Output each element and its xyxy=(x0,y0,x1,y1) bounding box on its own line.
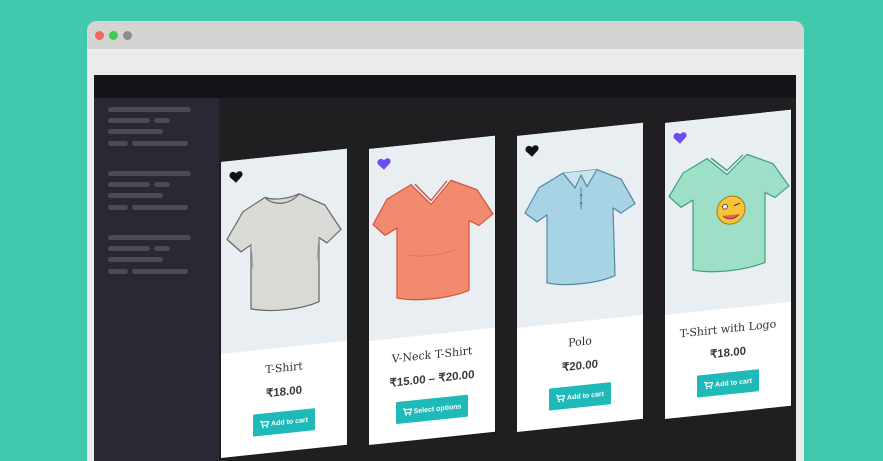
sidebar-placeholder-line[interactable] xyxy=(108,257,163,262)
sidebar-placeholder-line[interactable] xyxy=(108,235,191,240)
sidebar-placeholder-line[interactable] xyxy=(132,269,188,274)
cart-icon xyxy=(556,394,566,403)
sidebar-placeholder-line[interactable] xyxy=(108,141,128,146)
blue-polo-image xyxy=(524,168,636,286)
product-card[interactable]: T-Shirt with Logo ₹18.00 Add to cart xyxy=(665,109,791,419)
sidebar-placeholder-line[interactable] xyxy=(132,205,188,210)
button-label: Add to cart xyxy=(271,416,308,428)
button-label: Select options xyxy=(413,403,462,416)
close-window-icon[interactable] xyxy=(95,31,104,40)
mint-tshirt-with-logo-image xyxy=(668,153,790,273)
browser-window: T-Shirt ₹18.00 Add to cart V-Neck T-Shir… xyxy=(87,21,804,461)
button-label: Add to cart xyxy=(715,377,752,389)
select-options-button[interactable]: Select options xyxy=(395,394,469,425)
sidebar-placeholder-line[interactable] xyxy=(108,107,191,112)
product-card[interactable]: T-Shirt ₹18.00 Add to cart xyxy=(221,148,347,458)
coral-vneck-tshirt-image xyxy=(372,179,494,301)
product-price: ₹18.00 xyxy=(265,384,303,401)
button-label: Add to cart xyxy=(567,390,604,402)
sidebar-placeholder-line[interactable] xyxy=(108,118,150,123)
product-card[interactable]: V-Neck T-Shirt ₹15.00 – ₹20.00 Select op… xyxy=(369,135,495,445)
cart-icon xyxy=(260,420,270,429)
sidebar-placeholder-line[interactable] xyxy=(154,118,170,123)
sidebar-placeholder-line[interactable] xyxy=(108,171,191,176)
product-image[interactable] xyxy=(369,135,495,341)
sidebar-placeholder-line[interactable] xyxy=(108,205,128,210)
sidebar-placeholder-line[interactable] xyxy=(154,182,170,187)
product-image[interactable] xyxy=(665,109,791,315)
sidebar-placeholder-line[interactable] xyxy=(132,141,188,146)
page-viewport: T-Shirt ₹18.00 Add to cart V-Neck T-Shir… xyxy=(94,75,796,461)
product-card[interactable]: Polo ₹20.00 Add to cart xyxy=(517,122,643,432)
product-price: ₹18.00 xyxy=(709,345,747,362)
admin-topbar xyxy=(94,75,796,98)
add-to-cart-button[interactable]: Add to cart xyxy=(697,369,759,398)
sidebar-menu xyxy=(94,98,219,461)
sidebar-placeholder-line[interactable] xyxy=(108,129,163,134)
maximize-window-icon[interactable] xyxy=(109,31,118,40)
product-price: ₹20.00 xyxy=(561,358,599,375)
sidebar-placeholder-line[interactable] xyxy=(108,193,163,198)
sidebar-placeholder-line[interactable] xyxy=(154,246,170,251)
grey-tshirt-image xyxy=(226,193,342,312)
cart-icon xyxy=(704,381,714,390)
add-to-cart-button[interactable]: Add to cart xyxy=(253,408,315,437)
sidebar-placeholder-line[interactable] xyxy=(108,182,150,187)
product-price: ₹15.00 – ₹20.00 xyxy=(389,368,475,390)
minimize-window-icon[interactable] xyxy=(123,31,132,40)
add-to-cart-button[interactable]: Add to cart xyxy=(549,382,611,411)
sidebar-placeholder-line[interactable] xyxy=(108,246,150,251)
sidebar-placeholder-line[interactable] xyxy=(108,269,128,274)
cart-icon xyxy=(402,408,412,416)
product-image[interactable] xyxy=(517,122,643,328)
product-image[interactable] xyxy=(221,148,347,354)
window-titlebar xyxy=(87,21,804,49)
